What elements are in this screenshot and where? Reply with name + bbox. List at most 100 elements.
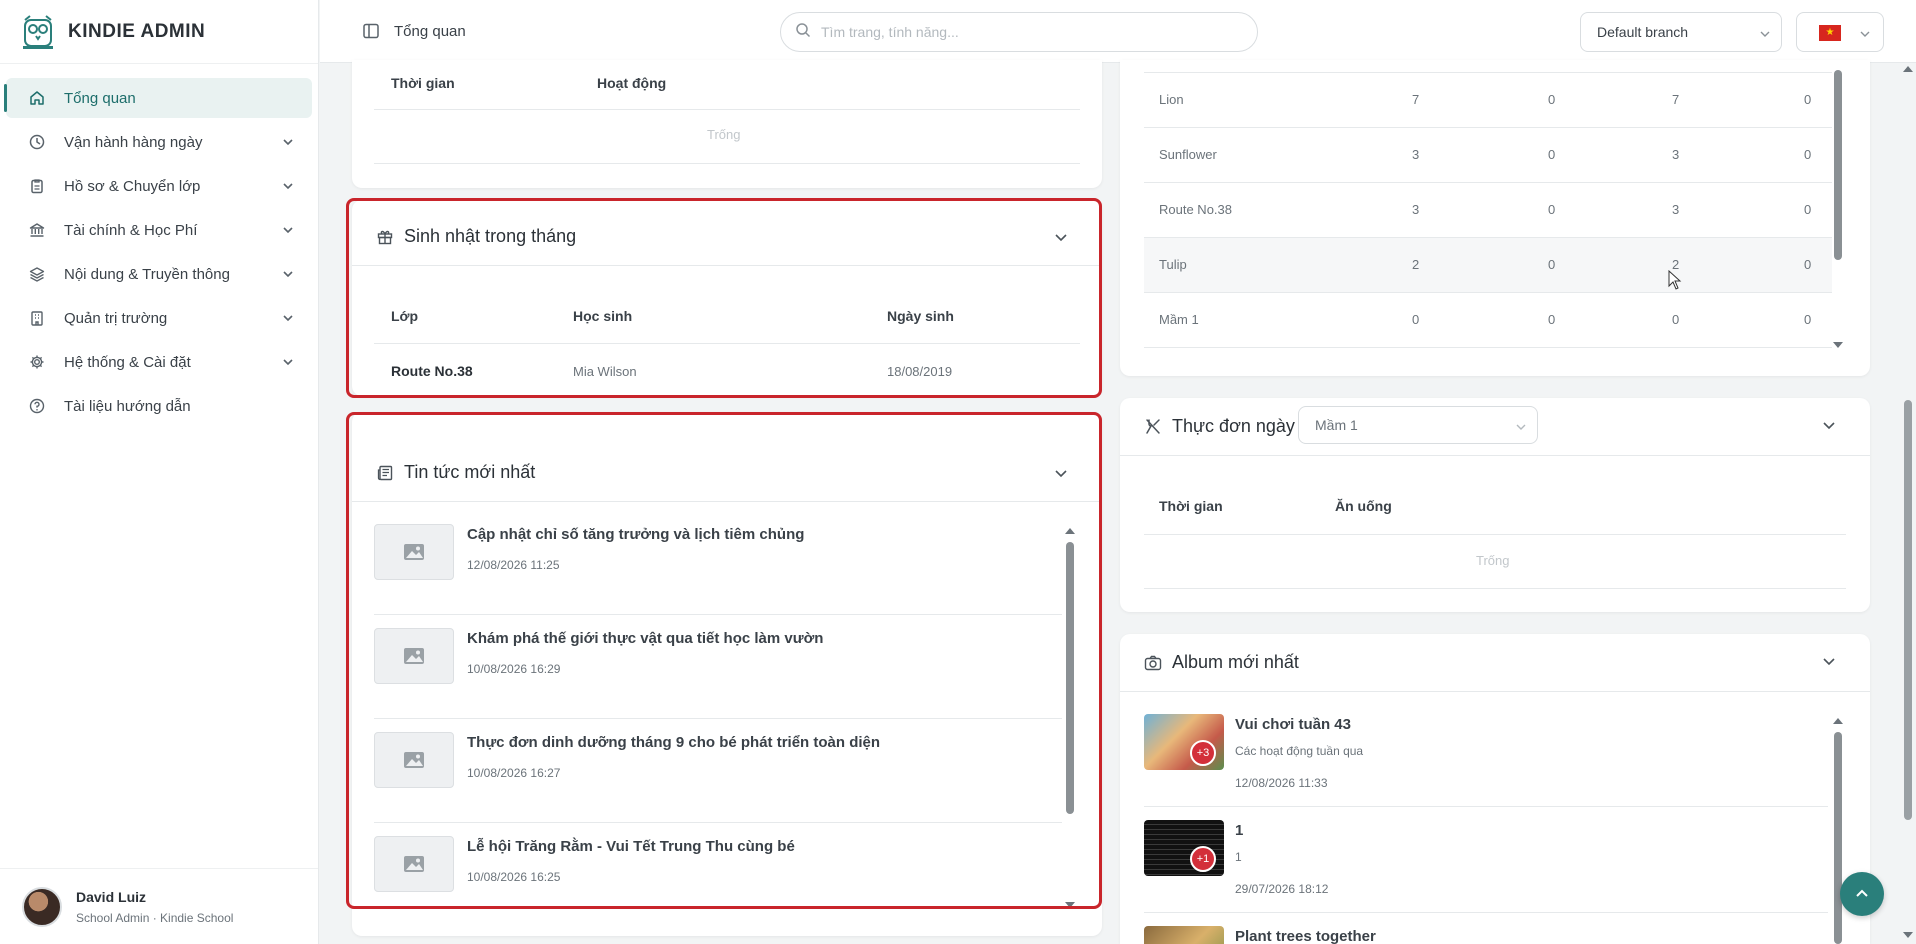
card-title: Thực đơn ngày	[1144, 416, 1295, 437]
image-placeholder-icon	[374, 732, 454, 788]
class-value: 3	[1672, 202, 1680, 217]
language-select[interactable]: ★	[1796, 12, 1884, 52]
search-box[interactable]	[780, 12, 1258, 52]
news-item-date: 10/08/2026 16:27	[467, 766, 561, 780]
divider	[374, 343, 1080, 344]
sidebar-item-docs[interactable]: Tài liệu hướng dẫn	[6, 386, 312, 426]
news-item[interactable]: Thực đơn dinh dưỡng tháng 9 cho bé phát …	[374, 732, 1062, 836]
scroll-up-icon[interactable]	[1833, 718, 1843, 724]
divider	[374, 614, 1062, 615]
birthday-student: Mia Wilson	[573, 364, 637, 379]
table-row[interactable]: Mầm 1 0 0 0 0	[1144, 293, 1832, 348]
sidebar-item-school-admin[interactable]: Quản trị trường	[6, 298, 312, 338]
newspaper-icon	[376, 464, 394, 482]
class-name: Mầm 1	[1159, 312, 1199, 327]
album-scrollbar[interactable]	[1834, 732, 1842, 944]
gear-icon	[28, 353, 46, 371]
help-icon	[28, 397, 46, 415]
gift-icon	[376, 228, 394, 246]
sidebar-item-label: Hệ thống & Cài đặt	[64, 353, 191, 371]
class-select-value: Mầm 1	[1315, 417, 1358, 433]
sidebar-nav: Tổng quan Vận hành hàng ngày Hồ sơ & Chu…	[0, 64, 318, 426]
camera-icon	[1144, 654, 1162, 672]
news-item[interactable]: Cập nhật chỉ số tăng trưởng và lịch tiêm…	[374, 524, 1062, 628]
album-item-desc: Các hoạt động tuần qua	[1235, 744, 1364, 758]
search-input[interactable]	[821, 24, 1221, 40]
sidebar-toggle-icon[interactable]	[362, 22, 380, 40]
branch-select[interactable]: Default branch	[1580, 12, 1782, 52]
empty-text: Trống	[1476, 553, 1510, 568]
sidebar-item-settings[interactable]: Hệ thống & Cài đặt	[6, 342, 312, 382]
page-scrollbar[interactable]	[1904, 400, 1912, 820]
scroll-up-icon[interactable]	[1065, 528, 1075, 534]
collapse-chevron-icon[interactable]	[1054, 230, 1068, 244]
sidebar-item-finance[interactable]: Tài chính & Học Phí	[6, 210, 312, 250]
divider	[1144, 806, 1828, 807]
chevron-down-icon	[282, 267, 294, 279]
album-item[interactable]: Plant trees together	[1144, 926, 1824, 944]
column-header-time: Thời gian	[391, 75, 455, 91]
column-header-time: Thời gian	[1159, 498, 1223, 514]
divider	[1144, 912, 1828, 913]
class-name: Lion	[1159, 92, 1184, 107]
birthday-title: Sinh nhật trong tháng	[404, 226, 577, 246]
class-value: 0	[1804, 92, 1812, 107]
column-header-student: Học sinh	[573, 308, 633, 324]
album-item[interactable]: +1 1 1 29/07/2026 18:12	[1144, 820, 1824, 924]
news-item-date: 10/08/2026 16:29	[467, 662, 561, 676]
album-title: Album mới nhất	[1172, 652, 1299, 672]
news-item[interactable]: Lễ hội Trăng Rằm - Vui Tết Trung Thu cùn…	[374, 836, 1062, 940]
user-profile[interactable]: David Luiz School Admin · Kindie School	[0, 868, 318, 944]
divider	[352, 265, 1102, 266]
page-scroll-down-icon[interactable]	[1903, 932, 1913, 938]
birthday-date: 18/08/2019	[887, 364, 953, 379]
sidebar-item-label: Nội dung & Truyền thông	[64, 265, 230, 283]
collapse-chevron-icon[interactable]	[1822, 654, 1836, 668]
page-title: Tổng quan	[394, 23, 466, 40]
class-value: 0	[1548, 147, 1556, 162]
sidebar-item-label: Vận hành hàng ngày	[64, 133, 203, 151]
scroll-to-top-button[interactable]	[1840, 872, 1884, 916]
chevron-down-icon	[282, 223, 294, 235]
divider	[352, 501, 1102, 502]
brand-name: KINDIE ADMIN	[68, 20, 206, 42]
album-item[interactable]: +3 Vui chơi tuần 43 Các hoạt động tuần q…	[1144, 714, 1824, 818]
table-row[interactable]: Route No.38 3 0 3 0	[1144, 183, 1832, 238]
class-table-scrollbar[interactable]	[1834, 70, 1842, 260]
mouse-cursor-icon	[1668, 270, 1682, 290]
news-item-title: Thực đơn dinh dưỡng tháng 9 cho bé phát …	[467, 734, 881, 751]
class-select[interactable]: Mầm 1	[1298, 406, 1538, 444]
chevron-down-icon	[282, 179, 294, 191]
class-value: 3	[1412, 202, 1420, 217]
news-item-date: 12/08/2026 11:25	[467, 558, 560, 572]
layers-icon	[28, 265, 46, 283]
scroll-down-icon[interactable]	[1065, 902, 1075, 908]
sidebar-item-overview[interactable]: Tổng quan	[4, 78, 312, 118]
scroll-down-icon[interactable]	[1833, 342, 1843, 348]
collapse-chevron-icon[interactable]	[1054, 466, 1068, 480]
table-row[interactable]: Tulip 2 0 2 0	[1144, 238, 1832, 293]
clipboard-icon	[28, 177, 46, 195]
table-row[interactable]: Sunflower 3 0 3 0	[1144, 128, 1832, 183]
chevron-down-icon	[1515, 420, 1527, 432]
brand[interactable]: KINDIE ADMIN	[0, 0, 318, 64]
table-row[interactable]: Lion 7 0 7 0	[1144, 73, 1832, 128]
class-value: 0	[1804, 202, 1812, 217]
empty-text: Trống	[707, 127, 741, 142]
album-item-desc: 1	[1235, 850, 1242, 864]
news-item[interactable]: Khám phá thế giới thực vật qua tiết học …	[374, 628, 1062, 732]
news-scrollbar[interactable]	[1066, 542, 1074, 814]
class-value: 0	[1548, 92, 1556, 107]
sidebar-item-label: Tổng quan	[64, 89, 136, 107]
class-value: 0	[1672, 312, 1680, 327]
page-scroll-up-icon[interactable]	[1903, 66, 1913, 72]
sidebar-item-records[interactable]: Hồ sơ & Chuyển lớp	[6, 166, 312, 206]
divider	[374, 718, 1062, 719]
collapse-chevron-icon[interactable]	[1822, 418, 1836, 432]
branch-select-value: Default branch	[1597, 24, 1689, 40]
sidebar-item-daily-operations[interactable]: Vận hành hàng ngày	[6, 122, 312, 162]
news-item-title: Lễ hội Trăng Rằm - Vui Tết Trung Thu cùn…	[467, 838, 795, 855]
user-name: David Luiz	[76, 888, 147, 905]
card-title: Album mới nhất	[1144, 652, 1299, 673]
sidebar-item-content[interactable]: Nội dung & Truyền thông	[6, 254, 312, 294]
